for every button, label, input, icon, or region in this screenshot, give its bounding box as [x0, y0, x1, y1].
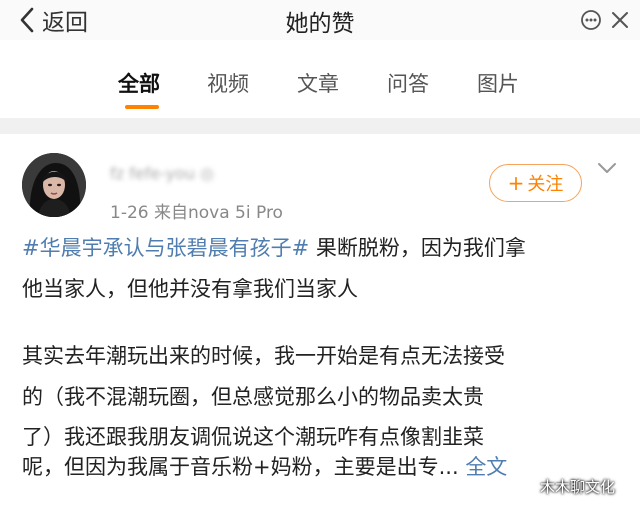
- tab-all[interactable]: 全部: [118, 68, 160, 98]
- post-text-segment: 果断脱粉，因为我们拿: [309, 236, 526, 260]
- tab-images[interactable]: 图片: [477, 68, 519, 98]
- tab-bar: 全部 视频 文章 问答 图片: [0, 40, 640, 118]
- username[interactable]: fz fefe-you ◎: [110, 164, 214, 183]
- post-meta: 1-26 来自nova 5i Pro: [110, 203, 283, 223]
- close-icon[interactable]: [610, 10, 630, 30]
- chevron-down-icon[interactable]: [596, 160, 618, 176]
- follow-button[interactable]: + 关注: [489, 164, 582, 202]
- post-text-line-5: 了）我还跟我朋友调侃说这个潮玩咋有点像割韭菜: [22, 425, 484, 449]
- tab-articles[interactable]: 文章: [297, 68, 339, 98]
- plus-icon: +: [507, 171, 525, 195]
- section-divider: [0, 118, 640, 134]
- tab-qa[interactable]: 问答: [387, 68, 429, 98]
- active-tab-indicator: [125, 105, 159, 109]
- post-text-line-1: #华晨宇承认与张碧晨有孩子# 果断脱粉，因为我们拿: [22, 233, 622, 263]
- watermark: 木木聊文化: [540, 478, 616, 496]
- post-card: fz fefe-you ◎ 1-26 来自nova 5i Pro + 关注 #华…: [0, 134, 640, 511]
- avatar[interactable]: [22, 153, 86, 217]
- post-text-line-6: 呢，但因为我属于音乐粉+妈粉，主要是出专... 全文: [22, 452, 622, 482]
- full-text-link[interactable]: 全文: [465, 455, 507, 479]
- more-icon[interactable]: [580, 9, 602, 31]
- post-text-segment: 呢，但因为我属于音乐粉+妈粉，主要是出专...: [22, 455, 459, 479]
- topic-link[interactable]: #华晨宇承认与张碧晨有孩子#: [22, 236, 309, 260]
- post-text-line-2: 他当家人，但他并没有拿我们当家人: [22, 277, 358, 301]
- post-text-line-3: 其实去年潮玩出来的时候，我一开始是有点无法接受: [22, 344, 505, 368]
- follow-label: 关注: [527, 174, 564, 195]
- top-bar: 返回 她的赞: [0, 0, 640, 40]
- page-title: 她的赞: [285, 11, 355, 37]
- post-text-line-4: 的（我不混潮玩圈，但总感觉那么小的物品卖太贵: [22, 385, 484, 409]
- tab-videos[interactable]: 视频: [207, 68, 249, 98]
